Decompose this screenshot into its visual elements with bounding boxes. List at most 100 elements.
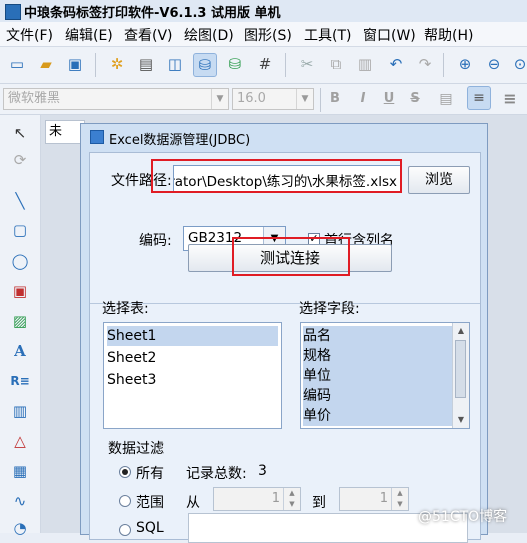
range-to-stepper[interactable]: 1 ▲ ▼ <box>339 487 409 511</box>
radio-all[interactable] <box>119 466 131 478</box>
curve-icon[interactable]: ∿ <box>9 490 31 512</box>
menu-window[interactable]: 窗口(W) <box>363 25 416 45</box>
font-size-select[interactable]: 16.0 ▼ <box>232 88 314 110</box>
new-icon[interactable]: ▭ <box>6 53 28 75</box>
radio-sql[interactable] <box>119 524 131 536</box>
fields-scrollbar[interactable]: ▲ ▼ <box>452 323 469 428</box>
range-from-value: 1 <box>271 491 280 506</box>
list-item-field[interactable]: 单位 <box>303 366 453 386</box>
settings-gear-icon[interactable]: ✲ <box>106 53 128 75</box>
font-size-value: 16.0 <box>237 91 266 106</box>
dialog-body: 文件路径: rator\Desktop\练习的\水果标签.xlsx 浏览 编码:… <box>89 152 481 543</box>
text-color-icon[interactable]: ▤ <box>436 89 456 109</box>
zoom-out-icon[interactable]: ⊖ <box>483 53 505 75</box>
stepper-arrows-icon[interactable]: ▲ ▼ <box>283 488 300 510</box>
tables-list[interactable]: Sheet1 Sheet2 Sheet3 <box>103 322 282 429</box>
list-item-field[interactable]: 规格 <box>303 346 453 366</box>
toolbar-separator <box>443 53 444 77</box>
dialog-title: Excel数据源管理(JDBC) <box>109 133 251 148</box>
redo-icon[interactable]: ↷ <box>414 53 436 75</box>
title-bar: 中琅条码标签打印软件-V6.1.3 试用版 单机 <box>0 0 527 23</box>
app-title: 中琅条码标签打印软件-V6.1.3 试用版 单机 <box>24 6 281 21</box>
zoom-fit-icon[interactable]: ⊙ <box>509 53 527 75</box>
list-item-field[interactable]: 品名 <box>303 326 453 346</box>
database-icon[interactable]: ⛁ <box>193 53 217 77</box>
test-button-highlight-box <box>232 237 350 276</box>
list-item-sheet2[interactable]: Sheet2 <box>107 348 156 368</box>
paste-icon[interactable]: ▥ <box>354 53 376 75</box>
range-to-value: 1 <box>379 491 388 506</box>
menu-file[interactable]: 文件(F) <box>6 25 53 45</box>
list-item-field[interactable]: 编码 <box>303 386 453 406</box>
document-tab-label: 未 <box>49 124 63 139</box>
ellipse-icon[interactable]: ◯ <box>9 250 31 272</box>
strikethrough-button[interactable]: S <box>405 89 425 109</box>
menu-edit[interactable]: 编辑(E) <box>65 25 113 45</box>
barcode-icon[interactable]: ▥ <box>9 400 31 422</box>
range-from-stepper[interactable]: 1 ▲ ▼ <box>213 487 301 511</box>
browse-button[interactable]: 浏览 <box>408 166 470 194</box>
radio-range[interactable] <box>119 495 131 507</box>
list-item-sheet3[interactable]: Sheet3 <box>107 370 156 390</box>
font-name-select[interactable]: 微软雅黑 ▼ <box>3 88 229 110</box>
zoom-in-icon[interactable]: ⊕ <box>454 53 476 75</box>
excel-datasource-dialog: Excel数据源管理(JDBC) 文件路径: rator\Desktop\练习的… <box>80 123 488 543</box>
picture-icon[interactable]: ▨ <box>9 310 31 332</box>
toolbar-separator <box>95 53 96 77</box>
list-item-sheet1[interactable]: Sheet1 <box>107 326 278 346</box>
rotate-icon[interactable]: ⟳ <box>9 149 31 171</box>
image-icon[interactable]: ▣ <box>9 280 31 302</box>
fields-label: 选择字段: <box>299 301 360 317</box>
scroll-thumb[interactable] <box>455 340 466 398</box>
undo-icon[interactable]: ↶ <box>385 53 407 75</box>
list-item-field[interactable]: 单价 <box>303 406 453 426</box>
italic-button[interactable]: I <box>353 89 373 109</box>
from-label: 从 <box>186 495 200 511</box>
font-name-value: 微软雅黑 <box>8 91 61 106</box>
triangle-icon[interactable]: △ <box>9 430 31 452</box>
menu-tools[interactable]: 工具(T) <box>304 25 351 45</box>
record-total-label: 记录总数: <box>186 466 247 482</box>
more-icon[interactable]: ◔ <box>9 517 31 539</box>
tables-label: 选择表: <box>102 301 149 317</box>
open-folder-icon[interactable]: ▰ <box>35 53 57 75</box>
dialog-title-bar[interactable]: Excel数据源管理(JDBC) <box>81 124 487 150</box>
menu-view[interactable]: 查看(V) <box>124 25 173 45</box>
print-preview-icon[interactable]: ◫ <box>164 53 186 75</box>
line-icon[interactable]: ╲ <box>9 190 31 212</box>
chevron-down-icon: ▼ <box>211 89 228 109</box>
rectangle-icon[interactable]: ▢ <box>9 219 31 241</box>
copy-icon[interactable]: ⧉ <box>325 53 347 75</box>
qrcode-icon[interactable]: ▦ <box>9 460 31 482</box>
bold-button[interactable]: B <box>325 89 345 109</box>
dialog-icon <box>90 130 104 144</box>
data-filter-label: 数据过滤 <box>108 441 164 457</box>
menu-draw[interactable]: 绘图(D) <box>184 25 234 45</box>
encoding-label: 编码: <box>139 233 172 249</box>
document-tab[interactable]: 未 <box>45 120 85 144</box>
cut-icon[interactable]: ✂ <box>296 53 318 75</box>
save-icon[interactable]: ▣ <box>64 53 86 75</box>
align-center-icon[interactable]: ≡ <box>500 89 520 109</box>
grid-icon[interactable]: # <box>254 53 276 75</box>
fields-list[interactable]: 品名 规格 单位 编码 单价 ▲ ▼ <box>300 322 470 429</box>
menu-shape[interactable]: 图形(S) <box>244 25 292 45</box>
toolbar-separator <box>320 88 321 112</box>
align-left-icon[interactable]: ≡ <box>467 86 491 110</box>
font-toolbar: 微软雅黑 ▼ 16.0 ▼ B I U S ▤ ≡ ≡ <box>0 84 527 115</box>
print-icon[interactable]: ▤ <box>135 53 157 75</box>
stepper-arrows-icon[interactable]: ▲ ▼ <box>391 488 408 510</box>
scroll-up-icon[interactable]: ▲ <box>453 323 469 339</box>
pointer-icon[interactable]: ↖ <box>9 122 31 144</box>
record-total-value: 3 <box>258 463 267 479</box>
menu-help[interactable]: 帮助(H) <box>424 25 473 45</box>
watermark: @51CTO博客 <box>418 509 508 525</box>
text-icon[interactable]: A <box>9 340 31 362</box>
radio-all-label: 所有 <box>136 466 164 482</box>
toolbar-separator <box>285 53 286 77</box>
database-settings-icon[interactable]: ⛁ <box>224 53 246 75</box>
path-highlight-box <box>151 159 402 193</box>
rich-text-icon[interactable]: R≡ <box>9 370 31 392</box>
scroll-down-icon[interactable]: ▼ <box>453 412 469 428</box>
underline-button[interactable]: U <box>379 89 399 109</box>
